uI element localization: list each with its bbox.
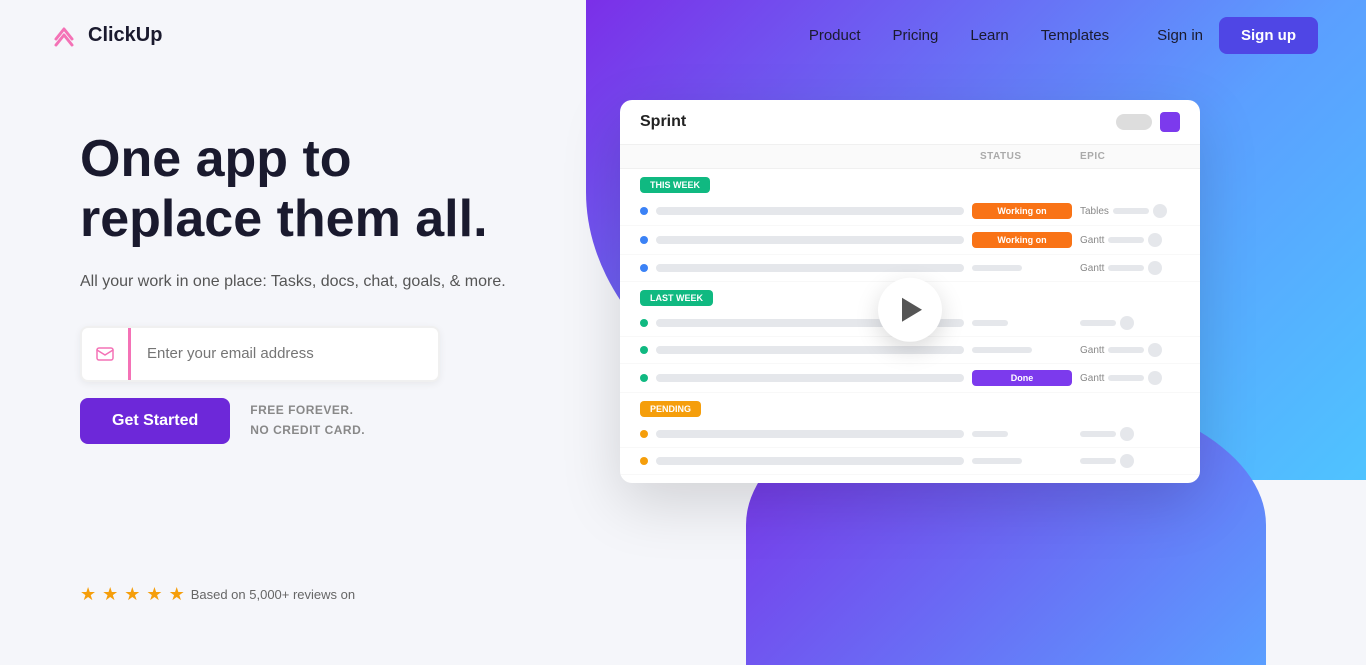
nav-links: Product Pricing Learn Templates: [809, 27, 1109, 44]
star-2: ★: [102, 584, 118, 605]
app-controls: [1116, 112, 1180, 132]
status-badge: Working on: [972, 232, 1072, 248]
purple-dot: [1160, 112, 1180, 132]
star-5: ★: [169, 584, 185, 605]
signin-button[interactable]: Sign in: [1157, 27, 1203, 44]
star-4: ★: [146, 584, 162, 605]
col-epic-header: EPIC: [1080, 151, 1180, 162]
status-badge: Working on: [972, 203, 1072, 219]
brand-name: ClickUp: [88, 24, 162, 47]
get-started-button[interactable]: Get Started: [80, 398, 230, 444]
email-input[interactable]: [131, 331, 438, 376]
hero-right: Sprint STATUS EPIC THIS WEEK Working on …: [620, 110, 1200, 483]
row-dot: [640, 346, 648, 354]
app-header: Sprint: [620, 100, 1200, 145]
email-icon: [96, 347, 114, 361]
status-badge: Done: [972, 370, 1072, 386]
star-1: ★: [80, 584, 96, 605]
toggle-bar: [1116, 114, 1152, 130]
free-text: FREE FOREVER. NO CREDIT CARD.: [250, 401, 365, 439]
nav-product[interactable]: Product: [809, 27, 861, 44]
section-pending-tag: PENDING: [640, 401, 701, 417]
signup-button[interactable]: Sign up: [1219, 17, 1318, 54]
row-dot: [640, 457, 648, 465]
email-form: [80, 326, 440, 382]
row-dot: [640, 319, 648, 327]
row-dot: [640, 264, 648, 272]
row-dot: [640, 430, 648, 438]
nav-learn[interactable]: Learn: [970, 27, 1008, 44]
email-icon-wrap: [82, 328, 131, 380]
table-header: STATUS EPIC: [620, 145, 1200, 169]
table-row: [620, 421, 1200, 448]
logo-icon: [48, 19, 80, 51]
play-icon: [902, 297, 922, 321]
hero-section: One app to replace them all. All your wo…: [0, 70, 1366, 483]
reviews-text: Based on 5,000+ reviews on: [191, 587, 355, 602]
hero-title: One app to replace them all.: [80, 130, 560, 250]
play-button[interactable]: [878, 277, 942, 341]
logo[interactable]: ClickUp: [48, 19, 162, 51]
row-dot: [640, 207, 648, 215]
table-row: [620, 448, 1200, 475]
hero-left: One app to replace them all. All your wo…: [80, 110, 560, 444]
col-status-header: STATUS: [980, 151, 1080, 162]
section-last-week-tag: LAST WEEK: [640, 290, 713, 306]
section-this-week-tag: THIS WEEK: [640, 177, 710, 193]
hero-subtitle: All your work in one place: Tasks, docs,…: [80, 270, 560, 294]
nav-templates[interactable]: Templates: [1041, 27, 1109, 44]
row-dot: [640, 374, 648, 382]
star-3: ★: [124, 584, 140, 605]
nav-actions: Sign in Sign up: [1157, 17, 1318, 54]
table-row: Working on Tables: [620, 197, 1200, 226]
nav-pricing[interactable]: Pricing: [893, 27, 939, 44]
table-row: Done Gantt: [620, 364, 1200, 393]
app-title: Sprint: [640, 113, 686, 131]
reviews-row: ★ ★ ★ ★ ★ Based on 5,000+ reviews on: [80, 584, 355, 605]
row-dot: [640, 236, 648, 244]
table-row: Working on Gantt: [620, 226, 1200, 255]
navbar: ClickUp Product Pricing Learn Templates …: [0, 0, 1366, 70]
cta-row: Get Started FREE FOREVER. NO CREDIT CARD…: [80, 398, 560, 444]
